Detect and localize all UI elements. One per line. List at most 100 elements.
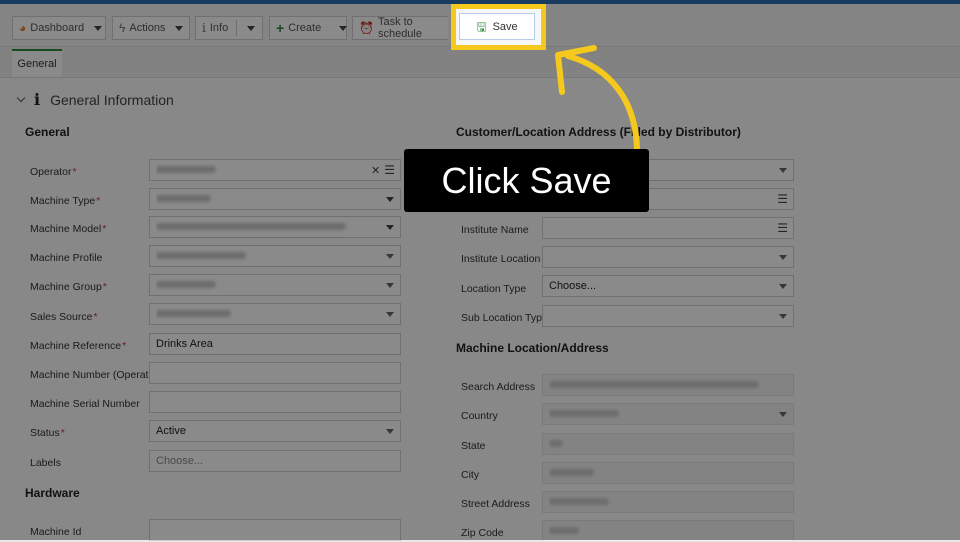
- redacted-value: [549, 440, 563, 447]
- chevron-down-icon: [386, 196, 394, 202]
- location-type-select[interactable]: Choose...: [542, 275, 794, 297]
- chevron-down-icon: [779, 254, 787, 260]
- search-address-input[interactable]: [542, 374, 794, 396]
- callout-text: Click Save: [441, 159, 612, 201]
- lightning-icon: ϟ: [119, 21, 126, 35]
- machine-reference-label: Machine Reference*: [30, 340, 127, 352]
- country-select[interactable]: [542, 403, 794, 425]
- machine-reference-input[interactable]: Drinks Area: [149, 333, 401, 355]
- institute-name-field[interactable]: ☰: [542, 217, 794, 239]
- zip-code-input[interactable]: [542, 520, 794, 542]
- section-header-general-information[interactable]: i General Information: [16, 90, 174, 109]
- sub-location-type-label: Sub Location Type: [461, 312, 548, 324]
- status-label: Status*: [30, 427, 65, 439]
- redacted-value: [156, 195, 211, 202]
- machine-type-label: Machine Type*: [30, 195, 101, 207]
- labels-label: Labels: [30, 457, 61, 469]
- machine-group-select[interactable]: [149, 274, 401, 296]
- chevron-down-icon: [779, 313, 787, 319]
- redacted-value: [156, 166, 216, 173]
- chevron-down-icon: [779, 411, 787, 417]
- chevron-down-icon: [175, 25, 184, 31]
- chevron-down-icon: [16, 93, 26, 103]
- chevron-down-icon: [386, 428, 394, 434]
- machine-model-label: Machine Model*: [30, 223, 107, 235]
- machine-model-select[interactable]: [149, 216, 401, 238]
- actions-button[interactable]: ϟ Actions: [112, 16, 190, 40]
- redacted-value: [549, 381, 759, 388]
- redacted-value: [156, 310, 231, 317]
- task-to-schedule-button[interactable]: ⏰ Task to schedule: [352, 16, 448, 40]
- machine-serial-number-input[interactable]: [149, 391, 401, 413]
- chevron-down-icon: [386, 224, 394, 230]
- machine-id-label: Machine Id: [30, 526, 82, 538]
- dashboard-button[interactable]: ◕ Dashboard: [12, 16, 106, 40]
- dashboard-icon: ◕: [19, 21, 27, 35]
- machine-profile-label: Machine Profile: [30, 252, 103, 264]
- machine-model-label-text: Machine Model: [30, 223, 102, 235]
- group-title-general: General: [25, 125, 70, 139]
- sub-location-type-select[interactable]: [542, 305, 794, 327]
- machine-id-input[interactable]: [149, 519, 401, 541]
- clear-icon[interactable]: ✕: [371, 164, 380, 177]
- plus-icon: +: [276, 20, 285, 36]
- tab-general-label: General: [17, 58, 57, 70]
- group-title-customer-location: Customer/Location Address (Filled by Dis…: [456, 125, 741, 139]
- info-button[interactable]: i Info: [195, 16, 263, 40]
- list-icon[interactable]: ☰: [777, 192, 788, 206]
- machine-group-label-text: Machine Group: [30, 281, 102, 293]
- street-address-input[interactable]: [542, 491, 794, 513]
- state-input[interactable]: [542, 433, 794, 455]
- redacted-value: [549, 410, 619, 417]
- institute-location-label: Institute Location: [461, 253, 541, 265]
- operator-field[interactable]: ✕ ☰: [149, 159, 401, 181]
- section-title: General Information: [50, 91, 174, 108]
- redacted-value: [549, 527, 579, 534]
- redacted-value: [156, 252, 246, 259]
- sales-source-label-text: Sales Source: [30, 311, 93, 323]
- chevron-down-icon: [386, 253, 394, 259]
- info-icon: i: [202, 21, 206, 35]
- form-page: [0, 4, 960, 540]
- machine-serial-number-label: Machine Serial Number: [30, 398, 140, 410]
- dashboard-label: Dashboard: [30, 22, 85, 34]
- machine-profile-select[interactable]: [149, 245, 401, 267]
- instruction-callout: Click Save: [404, 149, 649, 212]
- status-select[interactable]: Active: [149, 420, 401, 442]
- machine-reference-label-text: Machine Reference: [30, 340, 122, 352]
- operator-label: Operator*: [30, 166, 77, 178]
- state-label: State: [461, 440, 486, 452]
- list-icon[interactable]: ☰: [777, 221, 788, 235]
- institute-location-select[interactable]: [542, 246, 794, 268]
- status-value: Active: [156, 425, 186, 437]
- location-type-label: Location Type: [461, 283, 527, 295]
- zip-code-label: Zip Code: [461, 527, 504, 539]
- city-input[interactable]: [542, 462, 794, 484]
- machine-type-select[interactable]: [149, 188, 401, 210]
- chevron-down-icon: [386, 282, 394, 288]
- machine-type-label-text: Machine Type: [30, 195, 96, 207]
- chevron-down-icon: [94, 25, 103, 31]
- redacted-value: [156, 281, 216, 288]
- labels-select[interactable]: Choose...: [149, 450, 401, 472]
- save-button[interactable]: 🖫 Save: [459, 13, 535, 40]
- street-address-label: Street Address: [461, 498, 530, 510]
- sales-source-select[interactable]: [149, 303, 401, 325]
- group-title-machine-location: Machine Location/Address: [456, 341, 609, 355]
- operator-label-text: Operator: [30, 166, 72, 178]
- list-icon[interactable]: ☰: [384, 163, 395, 177]
- tab-bar: General: [0, 47, 960, 78]
- city-label: City: [461, 469, 480, 481]
- alarm-clock-icon: ⏰: [359, 21, 374, 35]
- machine-number-input[interactable]: [149, 362, 401, 384]
- create-button[interactable]: + Create: [269, 16, 348, 40]
- country-label: Country: [461, 410, 498, 422]
- tab-general[interactable]: General: [12, 49, 62, 77]
- save-label: Save: [492, 20, 518, 33]
- info-icon: i: [34, 90, 41, 109]
- status-label-text: Status: [30, 427, 60, 439]
- redacted-value: [156, 223, 346, 230]
- save-icon: 🖫: [476, 19, 487, 34]
- search-address-label: Search Address: [461, 381, 536, 393]
- chevron-down-icon: [386, 311, 394, 317]
